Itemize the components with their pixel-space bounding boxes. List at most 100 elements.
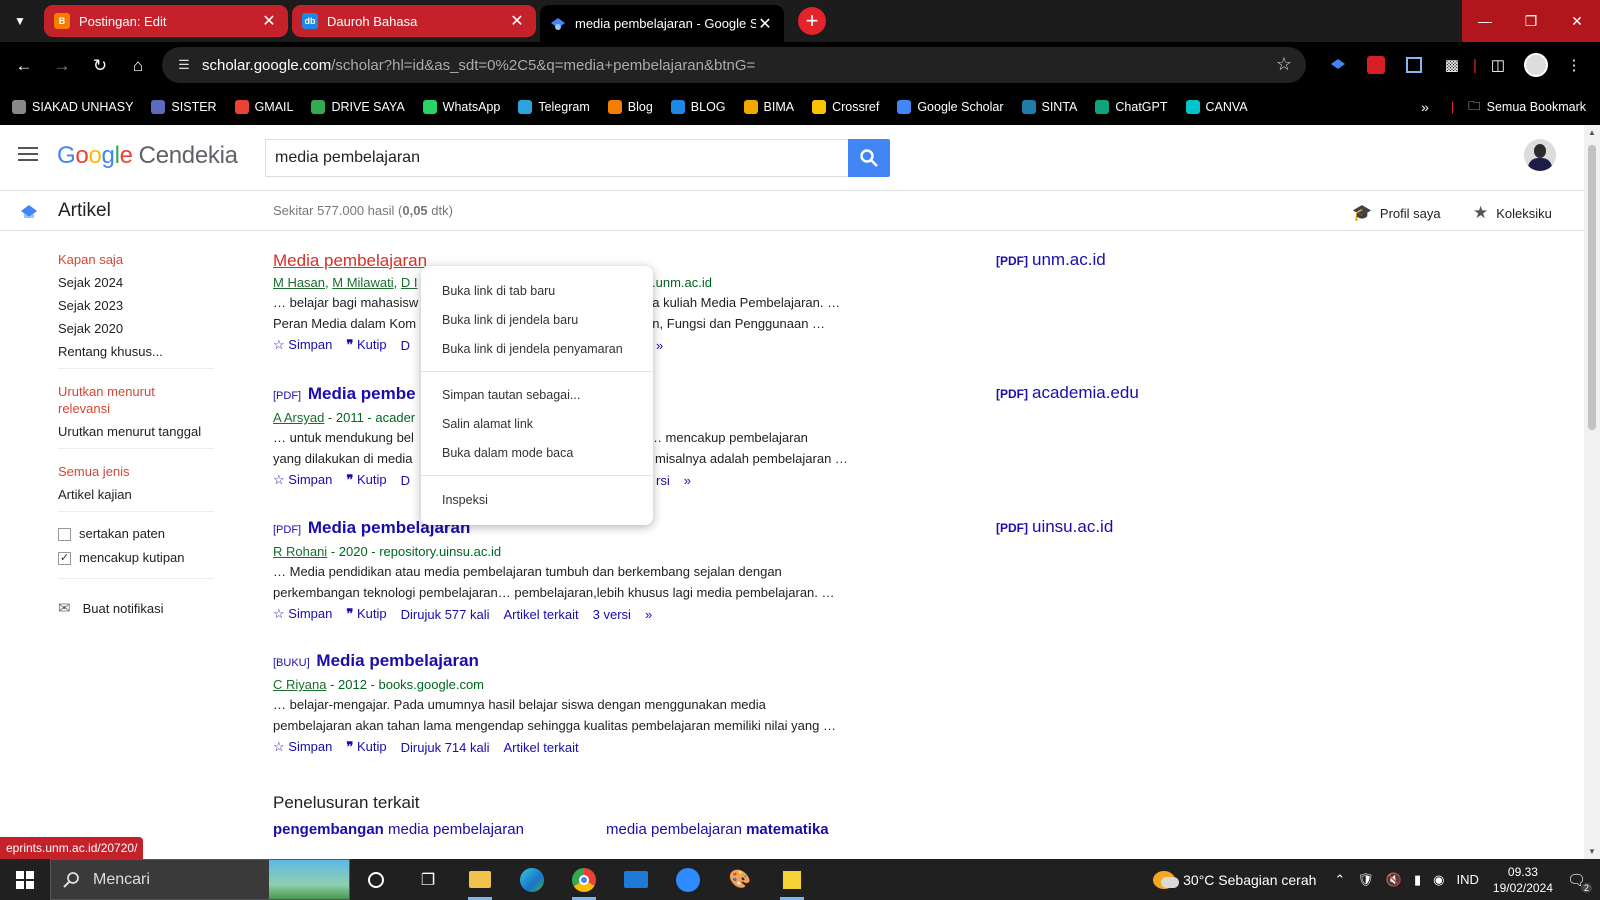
cite-button[interactable]: ❞ Kutip [346,739,386,755]
task-view-icon[interactable]: ❐ [402,859,454,900]
file-explorer-icon[interactable] [454,859,506,900]
versions-link[interactable]: rsi [656,473,670,488]
bookmark-item[interactable]: SIAKAD UNHASY [12,100,133,114]
tab-postingan[interactable]: B Postingan: Edit ✕ [44,5,288,37]
menu-open-incognito[interactable]: Buka link di jendela penyamaran [442,342,623,356]
close-window-icon[interactable]: ✕ [1554,0,1600,42]
bookmark-item[interactable]: BLOG [670,100,726,114]
scholar-logo[interactable]: Google Cendekia [57,142,238,170]
all-bookmarks[interactable]: » | 🗀 Semua Bookmark [1421,89,1586,125]
forward-icon[interactable]: → [44,48,80,84]
sort-date[interactable]: Urutkan menurut tanggal [58,424,218,440]
puzzle-icon[interactable]: ▩ [1434,47,1470,83]
bookmark-item[interactable]: SINTA [1021,100,1077,114]
side-pdf-link[interactable]: [PDF] unm.ac.id [996,250,1106,270]
bookmark-star-icon[interactable]: ☆ [1276,54,1292,75]
result-title[interactable]: [BUKU] Media pembelajaran [273,650,883,674]
bookmark-item[interactable]: SISTER [151,100,217,114]
save-button[interactable]: ☆ Simpan [273,606,332,622]
reload-icon[interactable]: ↻ [82,48,118,84]
battery-icon[interactable]: ▮ [1414,872,1421,888]
related-search-link[interactable]: media pembelajaran matematika [606,821,829,838]
author-link[interactable]: A Arsyad [273,410,324,425]
more-icon[interactable]: » [656,338,663,353]
zoom-icon[interactable] [662,859,714,900]
save-button[interactable]: ☆ Simpan [273,337,332,353]
avatar[interactable] [1524,139,1556,171]
cited-by-link[interactable]: Dirujuk 714 kali [401,740,490,755]
minimize-icon[interactable]: — [1462,0,1508,42]
side-pdf-link[interactable]: [PDF] academia.edu [996,383,1139,403]
menu-reading-mode[interactable]: Buka dalam mode baca [442,446,573,460]
mendeley-extension-icon[interactable] [1358,47,1394,83]
related-articles-link[interactable]: Artikel terkait [504,740,579,755]
tab-dauroh[interactable]: db Dauroh Bahasa ✕ [292,5,536,37]
checkbox-empty[interactable] [58,527,71,541]
create-alert-link[interactable]: ✉ Buat notifikasi [58,599,218,617]
menu-open-new-tab[interactable]: Buka link di tab baru [442,284,555,298]
related-search-link[interactable]: pengembangan media pembelajaran [273,821,524,838]
menu-icon[interactable] [18,147,38,163]
clock[interactable]: 09.33 19/02/2024 [1493,864,1553,896]
save-button[interactable]: ☆ Simpan [273,739,332,755]
sticky-notes-icon[interactable] [766,859,818,900]
bookmark-item[interactable]: Crossref [812,100,879,114]
bookmark-item[interactable]: ChatGPT [1095,100,1168,114]
versions-link[interactable]: 3 versi [593,607,631,622]
close-icon[interactable]: ✕ [756,14,774,34]
author-link[interactable]: R Rohani [273,544,327,559]
home-icon[interactable]: ⌂ [120,48,156,84]
scrollbar-thumb[interactable] [1588,145,1596,430]
windows-start-button[interactable] [0,859,50,900]
cite-button[interactable]: ❞ Kutip [346,337,386,353]
bookmark-item[interactable]: Blog [607,100,653,114]
mail-icon[interactable] [610,859,662,900]
profile-icon[interactable] [1518,47,1554,83]
tab-search-chevron-icon[interactable]: ▼ [0,0,40,42]
menu-copy-link[interactable]: Salin alamat link [442,417,533,431]
menu-save-link-as[interactable]: Simpan tautan sebagai... [442,388,580,402]
speaker-muted-icon[interactable]: 🔇 [1386,872,1402,888]
filter-since-2023[interactable]: Sejak 2023 [58,298,218,314]
bookmark-item[interactable]: WhatsApp [422,100,500,114]
filter-custom-range[interactable]: Rentang khusus... [58,344,218,360]
edge-icon[interactable] [506,859,558,900]
author-link[interactable]: M Hasan [273,275,325,290]
save-button[interactable]: ☆ Simpan [273,472,332,488]
close-icon[interactable]: ✕ [260,11,278,31]
type-review[interactable]: Artikel kajian [58,487,218,503]
bookmark-item[interactable]: BIMA [743,100,794,114]
cite-button[interactable]: ❞ Kutip [346,606,386,622]
new-tab-button[interactable]: + [798,7,826,35]
bookmark-item[interactable]: Google Scholar [897,100,1004,114]
author-link[interactable]: C Riyana [273,677,326,692]
chevron-up-icon[interactable]: ⌃ [1334,872,1345,888]
filter-since-2020[interactable]: Sejak 2020 [58,321,218,337]
search-input[interactable] [265,139,849,177]
cited-by-link[interactable]: D [401,473,410,488]
side-panel-icon[interactable]: ◫ [1480,47,1516,83]
back-icon[interactable]: ← [6,48,42,84]
page-scrollbar[interactable]: ▲ ▼ [1584,125,1600,859]
author-link[interactable]: M Milawati [332,275,393,290]
side-pdf-link[interactable]: [PDF] uinsu.ac.id [996,517,1113,537]
address-bar[interactable]: ☰ scholar.google.com/scholar?hl=id&as_sd… [162,47,1306,83]
sort-relevance[interactable]: Urutkan menurut relevansi [58,383,168,417]
bookmark-item[interactable]: GMAIL [234,100,293,114]
close-icon[interactable]: ✕ [508,11,526,31]
include-patents-checkbox[interactable]: sertakan paten [58,526,218,542]
menu-inspect[interactable]: Inspeksi [442,493,488,507]
wifi-icon[interactable]: ◉ [1433,872,1444,888]
cited-by-link[interactable]: Dirujuk 577 kali [401,607,490,622]
search-button[interactable] [848,139,890,177]
type-all[interactable]: Semua jenis [58,463,218,480]
site-info-icon[interactable]: ☰ [166,57,202,73]
scroll-up-icon[interactable]: ▲ [1588,128,1596,137]
more-icon[interactable]: » [684,473,691,488]
cite-button[interactable]: ❞ Kutip [346,472,386,488]
include-citations-checkbox[interactable]: ✓ mencakup kutipan [58,550,218,566]
paint-icon[interactable]: 🎨 [714,859,766,900]
bookmark-item[interactable]: Telegram [518,100,590,114]
security-icon[interactable]: 🛡 [1357,872,1374,888]
zotero-extension-icon[interactable] [1396,47,1432,83]
